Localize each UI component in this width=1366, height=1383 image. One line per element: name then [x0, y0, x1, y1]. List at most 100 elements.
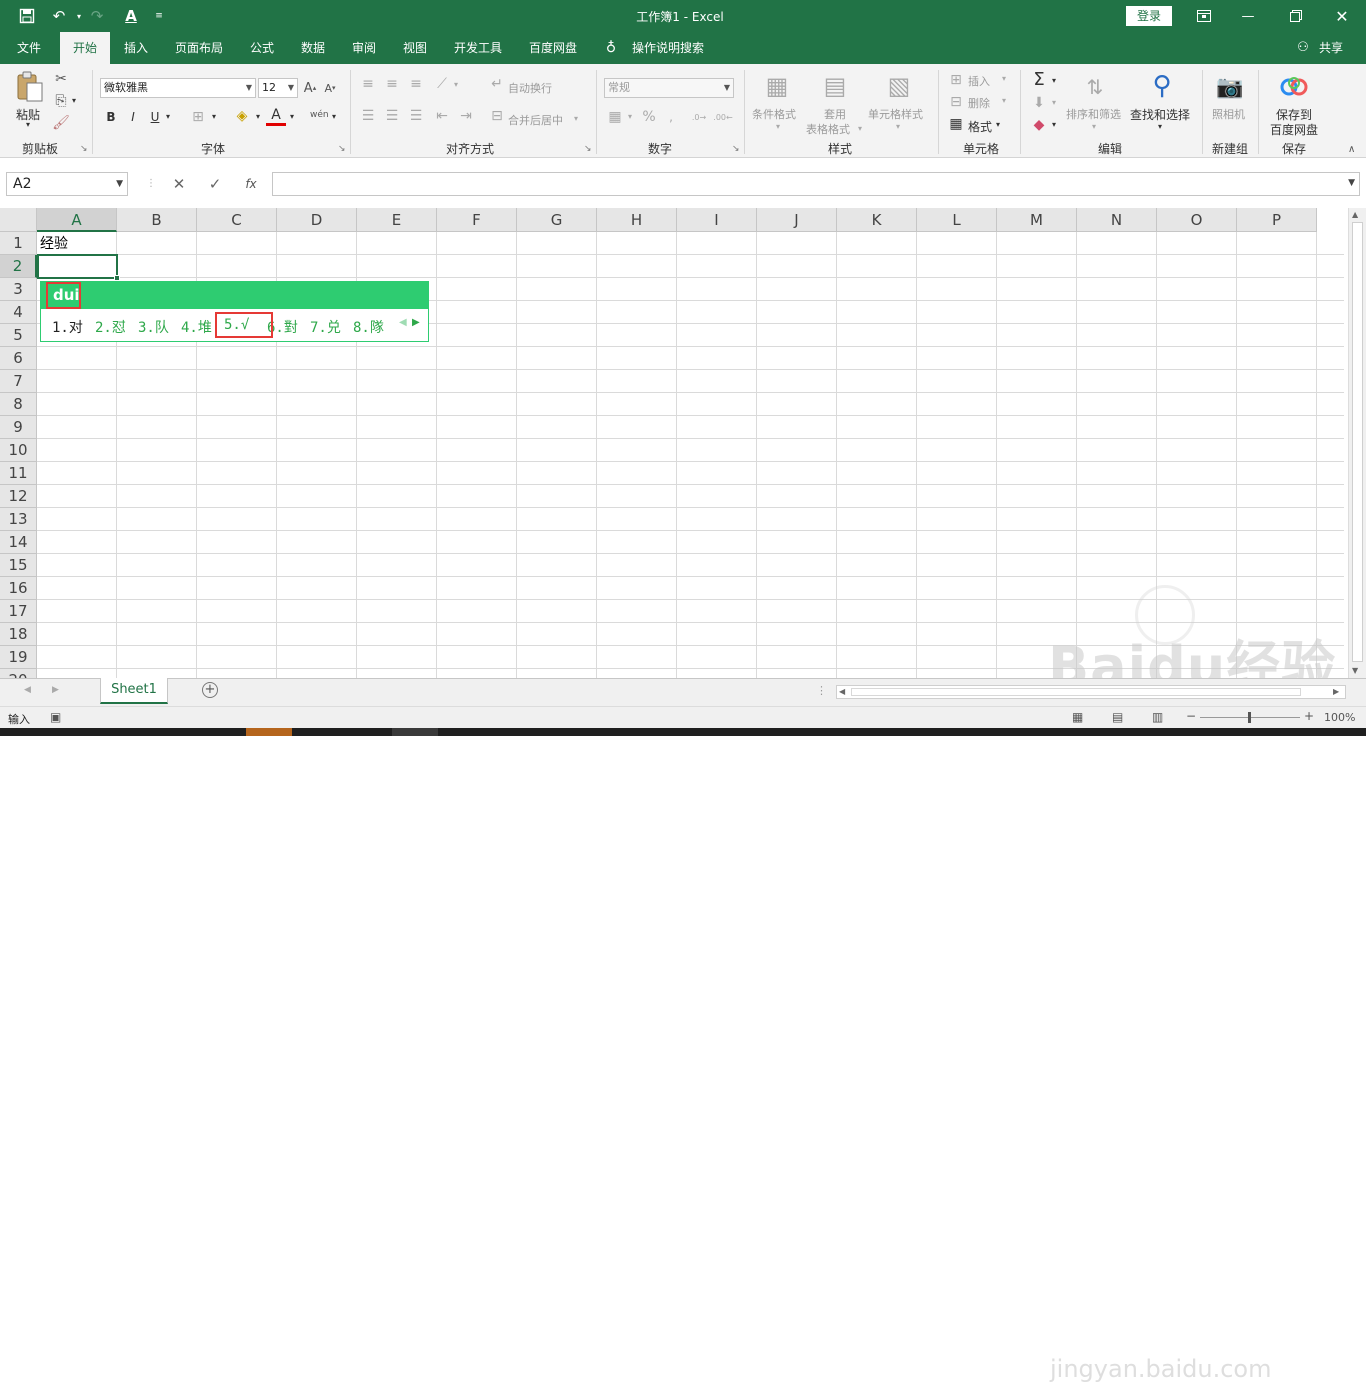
wrap-text-icon[interactable]: ↵: [488, 76, 506, 92]
wrap-text-button[interactable]: 自动换行: [508, 80, 552, 96]
row-header-1[interactable]: 1: [0, 232, 37, 255]
orientation-dropdown-icon[interactable]: ▾: [454, 80, 458, 89]
share-button[interactable]: 共享: [1314, 32, 1348, 64]
customize-qat-icon[interactable]: ≡: [148, 6, 170, 26]
find-select-icon[interactable]: ⚲: [1146, 70, 1178, 102]
sheet-tab-sheet1[interactable]: Sheet1: [100, 678, 168, 704]
column-header-b[interactable]: B: [117, 208, 197, 232]
macro-record-icon[interactable]: ▣: [50, 710, 61, 724]
align-center-icon[interactable]: ☰: [382, 108, 402, 124]
format-cells-button[interactable]: 格式: [968, 118, 992, 135]
ime-candidate-4[interactable]: 4.堆: [181, 317, 212, 337]
column-header-d[interactable]: D: [277, 208, 357, 232]
confirm-entry-icon[interactable]: ✓: [204, 174, 226, 194]
row-header-12[interactable]: 12: [0, 485, 37, 508]
save-netdisk-line2[interactable]: 百度网盘: [1270, 121, 1318, 138]
ime-candidate-window[interactable]: dui 1.对 2.怼 3.队 4.堆 5.√ 6.對 7.兑 8.隊 ◀ ▶: [40, 281, 429, 342]
grow-font-icon[interactable]: A ▴: [302, 78, 318, 98]
row-header-19[interactable]: 19: [0, 646, 37, 669]
copy-dropdown-icon[interactable]: ▾: [72, 96, 76, 105]
column-header-i[interactable]: I: [677, 208, 757, 232]
name-box[interactable]: A2 ▼: [6, 172, 128, 196]
font-color-icon[interactable]: A: [120, 6, 142, 26]
row-header-15[interactable]: 15: [0, 554, 37, 577]
column-header-o[interactable]: O: [1157, 208, 1237, 232]
format-as-table-line1[interactable]: 套用: [824, 106, 846, 122]
font-color-dropdown-icon[interactable]: ▾: [290, 112, 294, 121]
ime-candidate-1[interactable]: 1.对: [52, 317, 83, 337]
font-launcher-icon[interactable]: ↘: [338, 144, 346, 154]
ime-candidate-8[interactable]: 8.隊: [353, 317, 384, 337]
column-header-a[interactable]: A: [37, 208, 117, 232]
column-header-g[interactable]: G: [517, 208, 597, 232]
insert-cells-button[interactable]: 插入: [968, 73, 990, 89]
borders-dropdown-icon[interactable]: ▾: [212, 112, 216, 121]
sort-filter-icon[interactable]: ⇅: [1080, 72, 1110, 102]
scroll-up-icon[interactable]: ▲: [1352, 210, 1358, 219]
accounting-dropdown-icon[interactable]: ▾: [628, 112, 632, 121]
fill-icon[interactable]: ⬇: [1030, 94, 1048, 112]
tab-baidu-netdisk[interactable]: 百度网盘: [520, 32, 586, 64]
phonetic-dropdown-icon[interactable]: ▾: [332, 112, 336, 121]
row-header-11[interactable]: 11: [0, 462, 37, 485]
align-bottom-icon[interactable]: ≡: [406, 76, 426, 92]
insert-function-icon[interactable]: fx: [240, 174, 262, 194]
page-layout-view-icon[interactable]: ▤: [1112, 710, 1123, 724]
vertical-scrollbar[interactable]: ▲ ▼: [1348, 208, 1366, 678]
paste-dropdown-icon[interactable]: ▾: [26, 120, 30, 129]
scroll-down-icon[interactable]: ▼: [1352, 666, 1358, 675]
tab-home[interactable]: 开始: [60, 32, 110, 65]
tab-insert[interactable]: 插入: [116, 32, 156, 64]
sort-dropdown-icon[interactable]: ▾: [1092, 122, 1096, 131]
column-header-c[interactable]: C: [197, 208, 277, 232]
ime-candidate-2[interactable]: 2.怼: [95, 317, 126, 337]
font-name-select[interactable]: 微软雅黑 ▼: [100, 78, 256, 98]
decrease-indent-icon[interactable]: ⇤: [432, 108, 452, 124]
page-break-view-icon[interactable]: ▥: [1152, 710, 1163, 724]
minimize-icon[interactable]: —: [1228, 4, 1268, 28]
ime-prev-page-icon[interactable]: ◀: [399, 317, 407, 328]
align-right-icon[interactable]: ☰: [406, 108, 426, 124]
active-cell-a2[interactable]: [37, 254, 118, 279]
ime-candidate-3[interactable]: 3.队: [138, 317, 169, 337]
accounting-format-icon[interactable]: ▦: [604, 108, 626, 126]
tab-developer[interactable]: 开发工具: [446, 32, 510, 64]
underline-icon[interactable]: U: [148, 108, 162, 126]
autosum-icon[interactable]: Σ: [1030, 69, 1048, 90]
tab-page-layout[interactable]: 页面布局: [168, 32, 230, 64]
cell-a1[interactable]: 经验: [40, 233, 68, 253]
clear-dropdown-icon[interactable]: ▾: [1052, 120, 1056, 129]
tell-me-search[interactable]: 操作说明搜索: [626, 32, 710, 64]
row-header-10[interactable]: 10: [0, 439, 37, 462]
zoom-level[interactable]: 100%: [1324, 711, 1355, 724]
delete-cells-icon[interactable]: ⊟: [948, 94, 964, 110]
row-header-5[interactable]: 5: [0, 324, 37, 347]
conditional-formatting-button[interactable]: 条件格式: [752, 106, 796, 122]
scroll-left-icon[interactable]: ◀: [839, 687, 845, 696]
next-sheet-icon[interactable]: ▶: [52, 685, 59, 695]
sort-filter-button[interactable]: 排序和筛选: [1066, 106, 1121, 122]
align-left-icon[interactable]: ☰: [358, 108, 378, 124]
align-middle-icon[interactable]: ≡: [382, 76, 402, 92]
column-header-j[interactable]: J: [757, 208, 837, 232]
row-header-9[interactable]: 9: [0, 416, 37, 439]
row-header-4[interactable]: 4: [0, 301, 37, 324]
alignment-launcher-icon[interactable]: ↘: [584, 144, 592, 154]
ribbon-display-options-icon[interactable]: [1184, 4, 1224, 28]
fill-color-dropdown-icon[interactable]: ▾: [256, 112, 260, 121]
column-header-k[interactable]: K: [837, 208, 917, 232]
zoom-out-icon[interactable]: −: [1186, 709, 1196, 723]
cell-styles-dropdown-icon[interactable]: ▾: [896, 122, 900, 131]
find-select-button[interactable]: 查找和选择: [1130, 106, 1190, 123]
formula-input[interactable]: ▼: [272, 172, 1360, 196]
row-header-18[interactable]: 18: [0, 623, 37, 646]
row-header-6[interactable]: 6: [0, 347, 37, 370]
format-painter-icon[interactable]: 🖌: [52, 114, 70, 132]
camera-icon[interactable]: 📷: [1214, 72, 1246, 102]
cut-icon[interactable]: ✂: [52, 70, 70, 88]
normal-view-icon[interactable]: ▦: [1072, 710, 1083, 724]
paste-icon[interactable]: [14, 70, 46, 104]
zoom-slider-thumb[interactable]: [1248, 712, 1251, 723]
row-header-8[interactable]: 8: [0, 393, 37, 416]
orientation-icon[interactable]: ⟋: [432, 76, 452, 92]
